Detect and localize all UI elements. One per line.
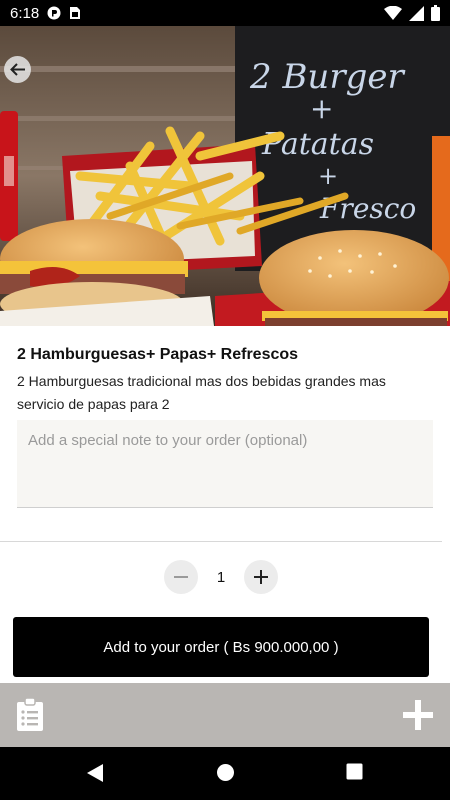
bottom-action-bar bbox=[0, 683, 450, 747]
chalkboard-line: 2 Burger bbox=[249, 57, 405, 97]
wifi-icon bbox=[384, 6, 402, 20]
status-bar: 6:18 bbox=[0, 0, 450, 26]
nav-back-button[interactable] bbox=[86, 763, 104, 788]
add-to-order-button[interactable]: Add to your order ( Bs 900.000,00 ) bbox=[13, 617, 429, 677]
nav-recents-button[interactable] bbox=[346, 763, 363, 785]
decrement-button[interactable] bbox=[164, 560, 198, 594]
product-title: 2 Hamburguesas+ Papas+ Refrescos bbox=[17, 346, 299, 363]
product-image: 2 Burger + Patatas + Fresco bbox=[0, 26, 450, 326]
quantity-stepper: 1 bbox=[164, 560, 278, 594]
navigation-bar bbox=[0, 747, 450, 800]
clipboard-list-icon bbox=[17, 697, 43, 731]
signal-icon bbox=[409, 5, 424, 21]
nav-home-button[interactable] bbox=[216, 763, 235, 787]
order-list-button[interactable] bbox=[16, 697, 44, 737]
back-triangle-icon bbox=[87, 764, 103, 782]
arrow-left-icon bbox=[10, 63, 25, 76]
plus-icon bbox=[403, 700, 433, 730]
divider bbox=[0, 541, 442, 542]
add-item-button[interactable] bbox=[402, 699, 434, 736]
battery-icon bbox=[431, 5, 440, 21]
burger-photo-illustration: 2 Burger + Patatas + Fresco bbox=[0, 26, 450, 326]
sim-card-icon bbox=[69, 6, 81, 20]
notification-app-icon bbox=[47, 6, 61, 20]
recents-square-icon bbox=[346, 763, 363, 780]
quantity-value: 1 bbox=[216, 568, 226, 586]
back-button[interactable] bbox=[4, 56, 31, 83]
product-description: 2 Hamburguesas tradicional mas dos bebid… bbox=[17, 373, 386, 412]
home-circle-icon bbox=[217, 764, 234, 781]
minus-icon bbox=[174, 576, 188, 578]
chalkboard-line: + bbox=[318, 162, 338, 190]
status-time: 6:18 bbox=[10, 4, 40, 22]
special-note-input[interactable] bbox=[17, 420, 433, 508]
increment-button[interactable] bbox=[244, 560, 278, 594]
chalkboard-line: + bbox=[310, 92, 333, 125]
plus-icon bbox=[254, 570, 268, 584]
